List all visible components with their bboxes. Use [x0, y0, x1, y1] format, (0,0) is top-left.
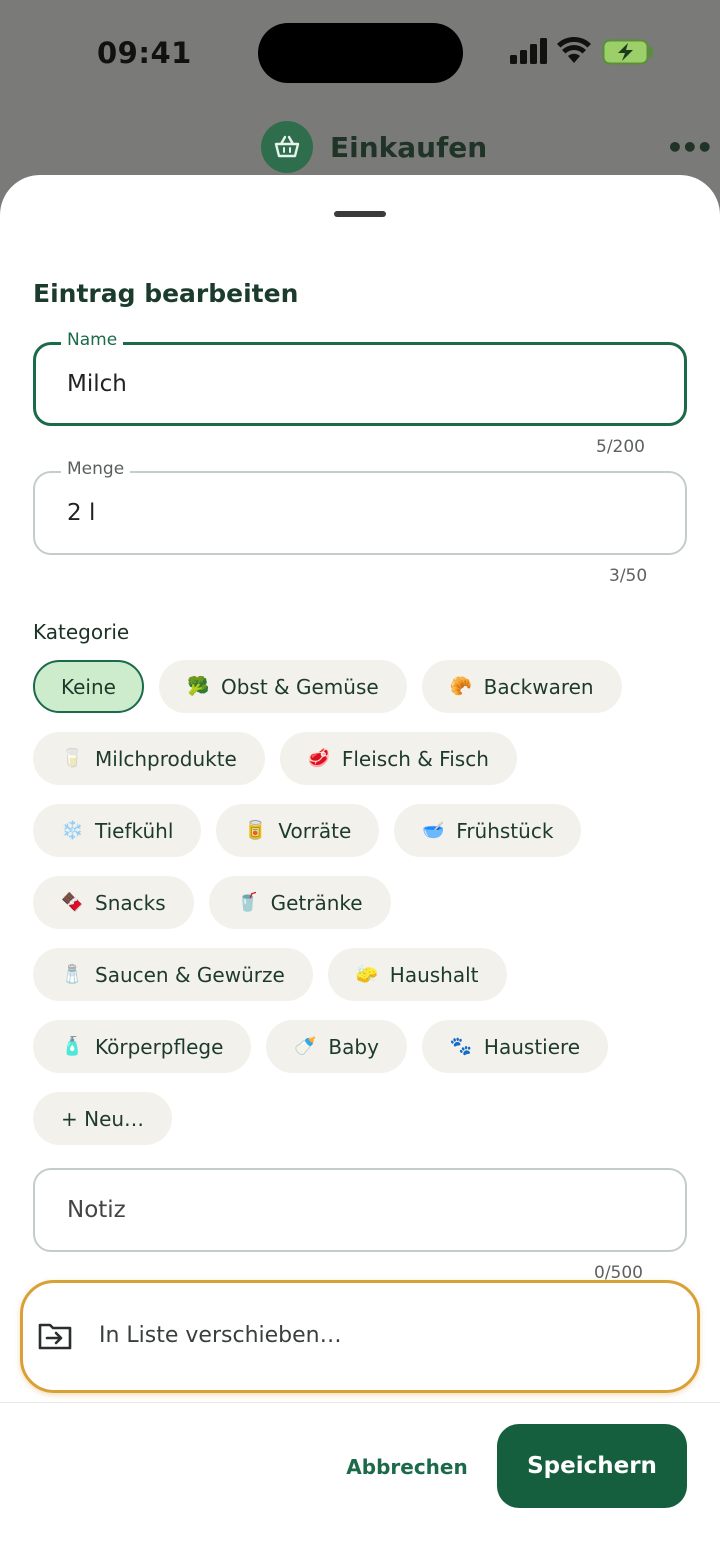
wifi-icon [557, 36, 591, 63]
category-chip-getraenke[interactable]: 🥤 Getränke [208, 876, 391, 929]
salt-shaker-icon: 🧂 [61, 964, 84, 985]
sheet-title: Eintrag bearbeiten [33, 279, 299, 308]
category-chip-baby[interactable]: 🍼 Baby [266, 1020, 407, 1073]
paw-prints-icon: 🐾 [449, 1036, 473, 1057]
category-chip-keine[interactable]: Keine [33, 660, 144, 713]
category-chip-obst-gemuese[interactable]: 🥦 Obst & Gemüse [158, 660, 407, 713]
category-chip-snacks[interactable]: 🍫 Snacks [33, 876, 194, 929]
lotion-bottle-icon: 🧴 [61, 1036, 84, 1057]
name-field-value[interactable]: Milch [67, 371, 127, 397]
app-title: Einkaufen [330, 131, 488, 164]
chip-label: Vorräte [278, 818, 352, 843]
category-section-label: Kategorie [33, 620, 130, 644]
amount-field[interactable]: Menge 2 l [33, 459, 687, 555]
croissant-icon: 🥐 [449, 676, 473, 697]
category-chip-vorraete[interactable]: 🥫 Vorräte [216, 804, 380, 857]
chip-label: Haustiere [483, 1034, 581, 1059]
category-chip-koerperpflege[interactable]: 🧴 Körperpflege [33, 1020, 252, 1073]
drink-cup-icon: 🥤 [236, 892, 260, 913]
chocolate-icon: 🍫 [61, 892, 84, 913]
category-chip-fruehstueck[interactable]: 🥣 Frühstück [394, 804, 582, 857]
chip-label: Fleisch & Fisch [341, 746, 489, 771]
note-field-placeholder[interactable]: Notiz [67, 1197, 126, 1223]
broccoli-icon: 🥦 [186, 676, 210, 697]
category-chip-tiefkuehl[interactable]: ❄️ Tiefkühl [33, 804, 202, 857]
chip-label: Baby [328, 1034, 379, 1059]
sponge-icon: 🧽 [355, 964, 379, 985]
edit-entry-sheet: Eintrag bearbeiten Name Milch 5/200 Meng… [0, 175, 720, 1564]
dynamic-island [258, 23, 463, 83]
chip-label: Frühstück [456, 818, 554, 843]
category-chip-milchprodukte[interactable]: 🥛 Milchprodukte [33, 732, 265, 785]
meat-icon: 🥩 [307, 748, 331, 769]
add-category-chip[interactable]: + Neu… [33, 1092, 173, 1145]
baby-bottle-icon: 🍼 [294, 1036, 317, 1057]
bowl-icon: 🥣 [422, 820, 445, 841]
milk-glass-icon: 🥛 [61, 748, 84, 769]
category-chip-backwaren[interactable]: 🥐 Backwaren [421, 660, 622, 713]
status-bar: 09:41 [0, 0, 720, 100]
category-chip-haustiere[interactable]: 🐾 Haustiere [421, 1020, 609, 1073]
chip-label: Haushalt [389, 962, 479, 987]
category-chip-saucen-gewuerze[interactable]: 🧂 Saucen & Gewürze [33, 948, 313, 1001]
sheet-drag-handle[interactable] [334, 211, 386, 217]
name-field-label: Name [61, 330, 124, 350]
category-chip-haushalt[interactable]: 🧽 Haushalt [327, 948, 507, 1001]
amount-field-label: Menge [61, 459, 131, 479]
chip-label: Backwaren [483, 674, 594, 699]
name-field[interactable]: Name Milch [33, 330, 687, 426]
folder-move-icon [38, 1323, 72, 1350]
chip-label: Körperpflege [95, 1034, 224, 1059]
move-to-list-label: In Liste verschieben… [99, 1323, 342, 1348]
name-char-counter: 5/200 [596, 437, 645, 457]
footer-divider [0, 1402, 720, 1403]
canned-food-icon: 🥫 [244, 820, 267, 841]
cancel-button[interactable]: Abbrechen [334, 1442, 480, 1492]
amount-field-value[interactable]: 2 l [67, 500, 95, 526]
chip-label: Milchprodukte [95, 746, 237, 771]
move-to-list-button[interactable]: In Liste verschieben… [20, 1280, 700, 1393]
chip-label: + Neu… [61, 1106, 145, 1131]
note-field[interactable]: Notiz [33, 1168, 687, 1252]
save-button[interactable]: Speichern [497, 1424, 687, 1508]
basket-icon [261, 121, 313, 173]
more-options-icon[interactable]: ••• [666, 131, 714, 164]
snowflake-icon: ❄️ [61, 820, 84, 841]
chip-label: Tiefkühl [95, 818, 174, 843]
status-time: 09:41 [97, 36, 192, 70]
amount-char-counter: 3/50 [609, 566, 648, 586]
chip-label: Keine [61, 674, 116, 699]
category-chip-group: Keine 🥦 Obst & Gemüse 🥐 Backwaren 🥛 Milc… [33, 660, 687, 1164]
battery-charging-icon [602, 39, 653, 65]
category-chip-fleisch-fisch[interactable]: 🥩 Fleisch & Fisch [279, 732, 517, 785]
chip-label: Snacks [95, 890, 166, 915]
chip-label: Saucen & Gewürze [95, 962, 285, 987]
cellular-signal-icon [510, 38, 547, 64]
chip-label: Obst & Gemüse [220, 674, 379, 699]
chip-label: Getränke [270, 890, 363, 915]
